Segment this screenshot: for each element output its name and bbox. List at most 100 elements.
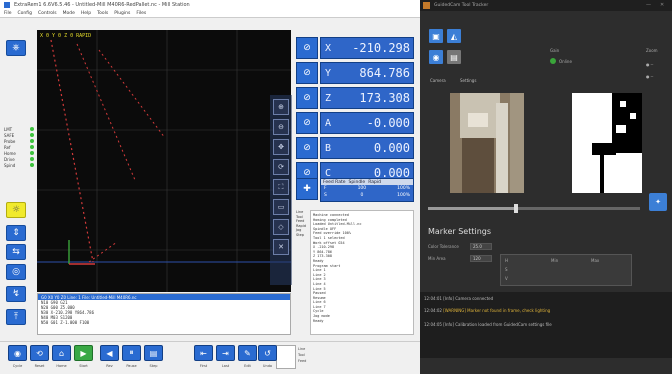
- dro-value-x[interactable]: X -210.298: [320, 37, 414, 59]
- menu-item[interactable]: Plugins: [114, 11, 130, 16]
- gcode-line[interactable]: N50 G01 Z-1.000 F100: [38, 320, 290, 325]
- zero-a-button[interactable]: ⊘: [296, 112, 318, 134]
- snapshot-button[interactable]: ▤: [447, 50, 461, 64]
- axis-label: Y: [325, 67, 332, 79]
- status-leds: LMT SAFE Probe Ref Home Drive Spind: [2, 126, 36, 168]
- spindle-button[interactable]: ◎: [6, 264, 26, 280]
- menu-item[interactable]: Files: [136, 11, 146, 16]
- close-icon[interactable]: ✕: [660, 2, 664, 8]
- target-icon: ✚: [303, 184, 311, 194]
- zero-y-button[interactable]: ⊘: [296, 62, 318, 84]
- zoom-in-button[interactable]: ⊕: [273, 99, 289, 115]
- share-button[interactable]: ✦: [649, 193, 667, 211]
- zoom-value-2: ● ─: [646, 74, 654, 79]
- menu-item[interactable]: Controls: [38, 11, 57, 16]
- status-online-indicator: [550, 58, 556, 64]
- offset-button[interactable]: ⤒: [6, 309, 26, 325]
- feed-row: F 100 100%: [321, 185, 413, 192]
- tab-settings[interactable]: Settings: [460, 78, 476, 83]
- view-button[interactable]: ◉: [429, 50, 443, 64]
- toolbar-icon: ◀: [106, 348, 113, 358]
- menu-item[interactable]: Mode: [63, 11, 75, 16]
- dro-value-a[interactable]: A -0.000: [320, 112, 414, 134]
- menu-item[interactable]: Config: [18, 11, 32, 16]
- toolbar-button[interactable]: ▶: [74, 345, 93, 361]
- menu-item[interactable]: Tools: [97, 11, 108, 16]
- status-label: Step: [296, 232, 304, 237]
- feed-tab[interactable]: Rapid: [368, 180, 381, 185]
- led-indicator: [30, 127, 34, 131]
- feed-tab[interactable]: Spindle: [349, 180, 366, 185]
- clear-view-button[interactable]: ✕: [273, 239, 289, 255]
- toolbar-button[interactable]: ⟲: [30, 345, 49, 361]
- move-button[interactable]: ◭: [447, 29, 461, 43]
- toolbar-button[interactable]: ⌂: [52, 345, 71, 361]
- menu-item[interactable]: Help: [81, 11, 91, 16]
- toolbar-button[interactable]: ▤: [144, 345, 163, 361]
- axis-value: -210.298: [352, 41, 410, 55]
- zero-x-button[interactable]: ⊘: [296, 37, 318, 59]
- mode-button[interactable]: ⇆: [6, 244, 26, 260]
- console-log[interactable]: 12:04:01 [Info] Camera connected 12:04:0…: [420, 292, 672, 358]
- status-online-label: Online: [559, 59, 572, 64]
- message-log[interactable]: Machine connected Homing completed Loaded …: [310, 210, 414, 335]
- toolbar-button[interactable]: ◀: [100, 345, 119, 361]
- slider-knob[interactable]: [514, 204, 518, 213]
- viewport-coordinates: X 0 Y 0 Z 0 RAPID: [40, 33, 92, 39]
- section-title: Marker Settings: [428, 227, 492, 236]
- jog-button[interactable]: ⇕: [6, 225, 26, 241]
- zoom-out-button[interactable]: ⊖: [273, 119, 289, 135]
- threshold-slider[interactable]: [428, 204, 640, 213]
- app-icon: [4, 2, 10, 8]
- toolbar-button[interactable]: ⇥: [216, 345, 235, 361]
- gcode-panel[interactable]: G0 X0 Y0 Z0 Line: 1 File: Untitled-Mill …: [37, 293, 291, 335]
- color-tolerance-input[interactable]: 25.0: [470, 243, 492, 250]
- zero-z-button[interactable]: ⊘: [296, 87, 318, 109]
- top-view-button[interactable]: ▭: [273, 199, 289, 215]
- min-area-input[interactable]: 120: [470, 255, 492, 262]
- zero-b-button[interactable]: ⊘: [296, 137, 318, 159]
- log-tag: [WARNING]: [443, 308, 466, 313]
- toolbar-button-label: Pause: [126, 364, 137, 368]
- camera-app-window: GuidedCam Tool Tracker — ✕ ▣ ◭ ◉ ▤ Onlin…: [420, 0, 672, 374]
- dro-row-y: ⊘ Y 864.786: [296, 62, 414, 84]
- axis-label: C: [325, 167, 332, 179]
- dro-value-y[interactable]: Y 864.786: [320, 62, 414, 84]
- table-label: Min: [551, 258, 559, 263]
- toolbar-button[interactable]: ◉: [8, 345, 27, 361]
- minimize-icon[interactable]: —: [646, 2, 651, 8]
- reset-button[interactable]: ⎈: [6, 40, 26, 56]
- feed-percent: 100%: [397, 186, 410, 191]
- toolbar-button[interactable]: ✎: [238, 345, 257, 361]
- led-label: Home: [4, 150, 16, 156]
- toolbar-icon: ↺: [264, 348, 271, 358]
- toolbar-icon: ✎: [244, 348, 251, 358]
- probe-button[interactable]: ↯: [6, 286, 26, 302]
- toolbar-button[interactable]: ↺: [258, 345, 277, 361]
- log-text: Calibration loaded from GuidedCam settin…: [455, 322, 552, 327]
- camera-button[interactable]: ▣: [429, 29, 443, 43]
- fit-button[interactable]: ⛶: [273, 179, 289, 195]
- pan-button[interactable]: ✥: [273, 139, 289, 155]
- feed-tab[interactable]: Feed Rate: [323, 180, 346, 185]
- rotate-button[interactable]: ⟳: [273, 159, 289, 175]
- zoom-out-icon: ⊖: [278, 123, 284, 131]
- axis-label: B: [325, 142, 332, 154]
- tab-camera[interactable]: Camera: [430, 78, 446, 83]
- light-button[interactable]: ☼: [6, 202, 26, 218]
- feed-reset-button[interactable]: ✚: [296, 178, 318, 200]
- led-row: Spind: [2, 162, 36, 168]
- menu-bar: File Config Controls Mode Help Tools Plu…: [0, 10, 420, 18]
- zero-icon: ⊘: [303, 68, 311, 78]
- dro-row-x: ⊘ X -210.298: [296, 37, 414, 59]
- dro-value-b[interactable]: B 0.000: [320, 137, 414, 159]
- toolpath-viewport[interactable]: X 0 Y 0 Z 0 RAPID: [37, 30, 291, 292]
- toolbar-button[interactable]: ⇤: [194, 345, 213, 361]
- dro-value-z[interactable]: Z 173.308: [320, 87, 414, 109]
- table-label: Max: [591, 258, 600, 263]
- feed-override-panel: ✚ Feed Rate Spindle Rapid F 100 100% S 0 100…: [296, 178, 414, 202]
- iso-view-button[interactable]: ◇: [273, 219, 289, 235]
- menu-item[interactable]: File: [4, 11, 12, 16]
- toolbar-button[interactable]: ⏸: [122, 345, 141, 361]
- probe-icon: ↯: [12, 289, 20, 299]
